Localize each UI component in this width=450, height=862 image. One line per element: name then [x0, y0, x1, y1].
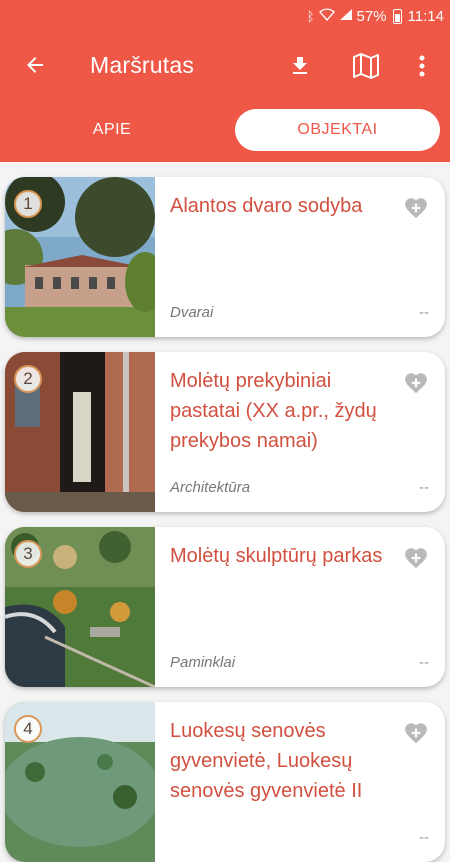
object-category: Architektūra	[170, 479, 251, 496]
wifi-icon	[318, 8, 335, 24]
object-number-badge: 1	[14, 190, 42, 218]
more-vert-icon[interactable]	[406, 50, 438, 82]
map-icon[interactable]	[350, 50, 382, 82]
clock: 11:14	[407, 7, 444, 25]
tab-apie[interactable]: APIE	[12, 109, 212, 151]
page-title: Maršrutas	[90, 52, 195, 78]
arrow-left-icon[interactable]	[20, 50, 50, 80]
object-distance: --	[419, 654, 429, 671]
status-bar: ᛒ 57% 11:14	[0, 0, 450, 32]
object-title: Molėtų skulptūrų parkas	[170, 545, 383, 567]
object-category: Paminklai	[170, 654, 236, 671]
object-card[interactable]: 4 Luokesų senovės gyvenvietė, Luokesų se…	[5, 702, 445, 862]
object-thumbnail: 1	[5, 177, 155, 337]
object-card[interactable]: 1 Alantos dvaro sodyba Dvarai --	[5, 177, 445, 337]
app-bar: Maršrutas	[0, 32, 450, 100]
object-title: Alantos dvaro sodyba	[170, 195, 363, 217]
heart-plus-icon[interactable]	[403, 195, 429, 221]
tab-bar: APIE OBJEKTAI	[0, 100, 450, 162]
battery-percent: 57%	[356, 7, 387, 25]
object-distance: --	[419, 479, 429, 496]
battery-icon	[392, 8, 402, 24]
object-number-badge: 4	[14, 715, 42, 743]
object-thumbnail: 4	[5, 702, 155, 862]
object-distance: --	[419, 829, 429, 846]
object-thumbnail: 2	[5, 352, 155, 512]
object-thumbnail: 3	[5, 527, 155, 687]
heart-plus-icon[interactable]	[403, 720, 429, 746]
heart-plus-icon[interactable]	[403, 370, 429, 396]
object-number-badge: 2	[14, 365, 42, 393]
object-card[interactable]: 2 Molėtų prekybiniai pastatai (XX a.pr.,…	[5, 352, 445, 512]
object-title: Luokesų senovės gyvenvietė, Luokesų seno…	[170, 720, 363, 802]
object-category: Dvarai	[170, 304, 214, 321]
object-card[interactable]: 3 Molėtų skulptūrų parkas Paminklai --	[5, 527, 445, 687]
object-distance: --	[419, 304, 429, 321]
download-icon[interactable]	[284, 50, 316, 82]
bluetooth-icon: ᛒ	[306, 8, 315, 24]
object-number-badge: 3	[14, 540, 42, 568]
heart-plus-icon[interactable]	[403, 545, 429, 571]
object-title: Molėtų prekybiniai pastatai (XX a.pr., ž…	[170, 370, 377, 452]
tab-objektai[interactable]: OBJEKTAI	[235, 109, 440, 151]
signal-icon	[339, 8, 353, 24]
